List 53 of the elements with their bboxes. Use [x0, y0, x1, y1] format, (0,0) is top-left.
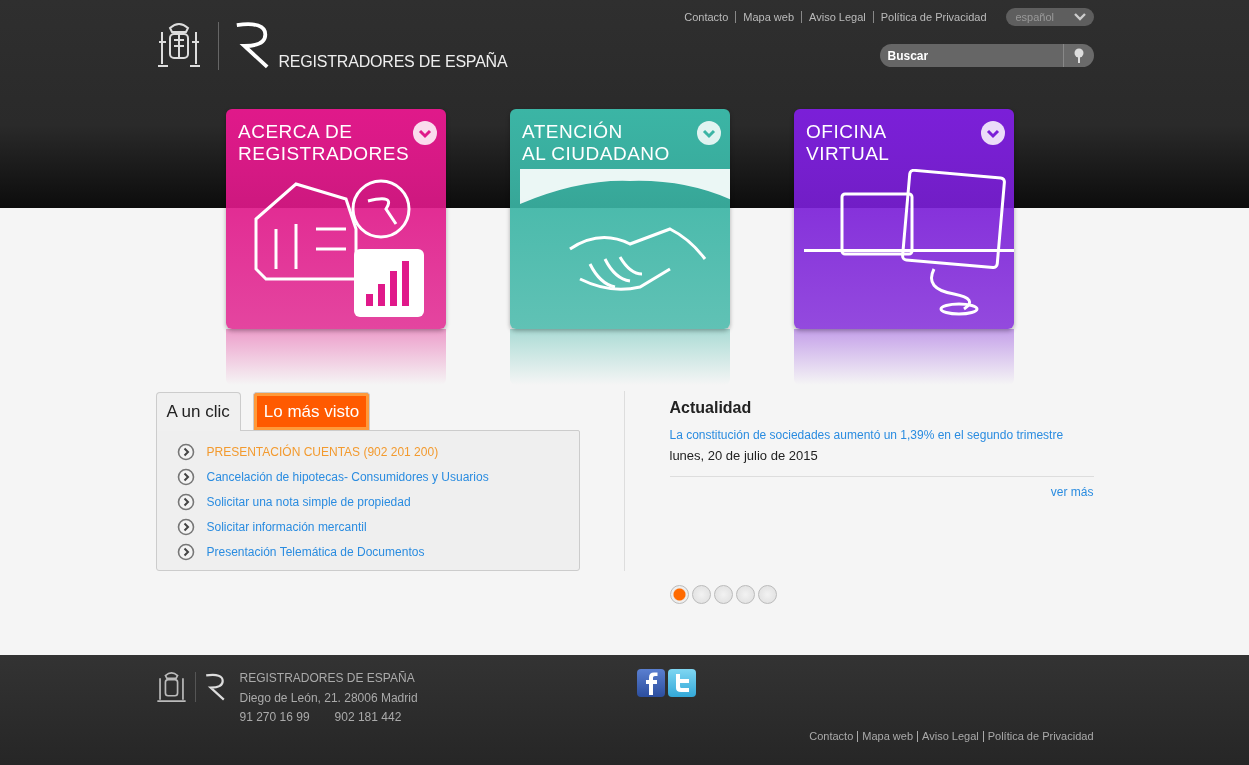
section-tile[interactable]: OFICINA VIRTUAL [794, 109, 1014, 329]
see-more-link[interactable]: ver más [1050, 485, 1094, 499]
chevron-down-icon [980, 120, 1006, 146]
tab[interactable]: A un clic [155, 392, 241, 431]
news-heading: Actualidad [669, 399, 753, 417]
chevron-circle-icon [176, 492, 195, 511]
coat-of-arms-icon [155, 20, 202, 70]
top-nav-link[interactable]: Mapa web [735, 11, 802, 23]
footer-phone: 91 270 16 99 [239, 709, 310, 726]
chevron-down-icon [696, 120, 722, 146]
quick-link[interactable]: Presentación Telemática de Documentos [206, 544, 425, 559]
chart-bar [390, 271, 397, 306]
footer-address: Diego de León, 21. 28006 Madrid [239, 689, 419, 707]
carousel-dot[interactable] [691, 585, 711, 604]
tab[interactable]: Lo más visto [252, 392, 371, 430]
footer-link[interactable]: Contacto [805, 730, 858, 742]
carousel-dot[interactable] [735, 585, 755, 604]
footer-phone: 902 181 442 [334, 709, 402, 726]
chevron-circle-icon [176, 542, 195, 561]
coat-of-arms-icon [155, 670, 187, 704]
carousel-dot[interactable] [669, 585, 689, 604]
quick-link[interactable]: Cancelación de hipotecas- Consumidores y Usuarios [206, 469, 489, 484]
section-tile[interactable]: ACERCA DE REGISTRADORES [226, 109, 446, 329]
carousel-dot[interactable] [757, 585, 777, 604]
logo-mark-icon [203, 673, 226, 701]
top-nav-link[interactable]: Contacto [677, 11, 736, 23]
search-button[interactable] [1062, 44, 1094, 67]
section-tile[interactable]: ATENCIÓN AL CIUDADANO [510, 109, 730, 329]
top-nav-link[interactable]: Política de Privacidad [872, 11, 994, 23]
chevron-down-icon [412, 120, 438, 146]
twitter-icon[interactable] [667, 669, 696, 697]
quick-link[interactable]: Solicitar información mercantil [206, 519, 367, 534]
search-icon [1072, 47, 1085, 64]
footer-link[interactable]: Política de Privacidad [982, 730, 1094, 742]
quick-link[interactable]: Solicitar una nota simple de propiedad [206, 494, 411, 509]
chevron-circle-icon [176, 517, 195, 536]
site-title: REGISTRADORES DE ESPAÑA [278, 53, 508, 71]
search-field[interactable]: Buscar [879, 44, 1063, 67]
chart-bar [366, 294, 373, 306]
chevron-down-icon [1073, 13, 1086, 21]
carousel-dot[interactable] [713, 585, 733, 604]
news-headline-link[interactable]: La constitución de sociedades aumentó un 1,39% en el segundo trimestre [669, 428, 1094, 442]
top-nav-link[interactable]: Aviso Legal [801, 11, 873, 23]
chevron-circle-icon [176, 442, 195, 461]
chevron-circle-icon [176, 467, 195, 486]
chart-bar [402, 261, 409, 306]
facebook-icon[interactable] [636, 669, 665, 697]
chart-bar [378, 284, 385, 306]
footer-link[interactable]: Mapa web [857, 730, 918, 742]
footer-link[interactable]: Aviso Legal [917, 730, 983, 742]
news-date: lunes, 20 de julio de 2015 [669, 448, 819, 463]
logo-badge-icon [351, 179, 411, 239]
footer-organization-name: REGISTRADORES DE ESPAÑA [239, 670, 416, 687]
